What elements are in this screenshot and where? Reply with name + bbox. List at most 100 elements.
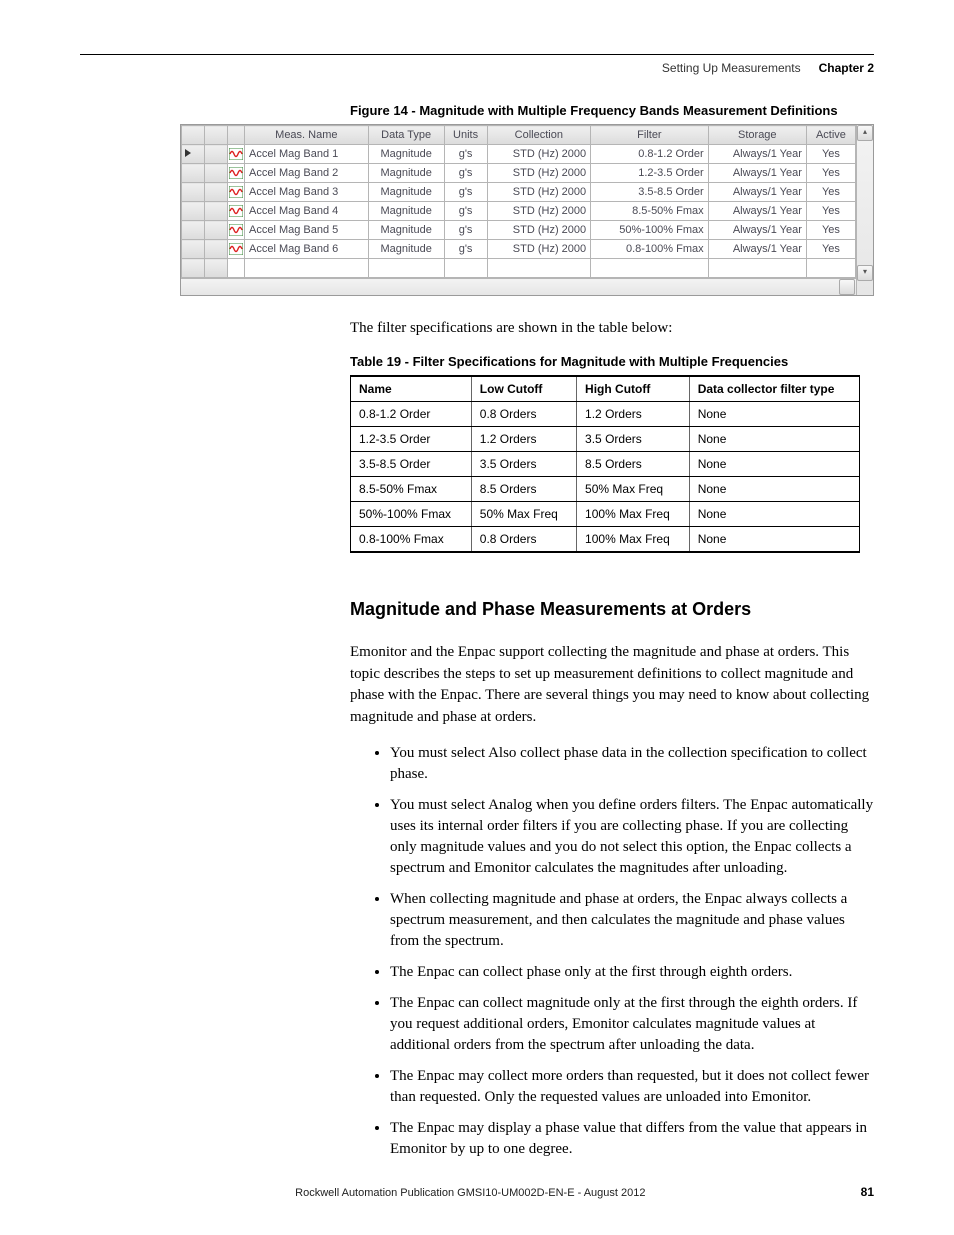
row-spacer bbox=[205, 240, 228, 259]
cell-units[interactable]: g's bbox=[444, 240, 487, 259]
wave-icon bbox=[228, 202, 245, 221]
table-row[interactable]: Accel Mag Band 1Magnitudeg'sSTD (Hz) 200… bbox=[182, 145, 856, 164]
cell-data-type[interactable]: Magnitude bbox=[368, 145, 444, 164]
cell-active[interactable]: Yes bbox=[806, 145, 855, 164]
cell-active[interactable]: Yes bbox=[806, 202, 855, 221]
cell-meas-name[interactable]: Accel Mag Band 2 bbox=[245, 164, 369, 183]
cell-units[interactable]: g's bbox=[444, 183, 487, 202]
table-row[interactable]: Accel Mag Band 6Magnitudeg'sSTD (Hz) 200… bbox=[182, 240, 856, 259]
cell-meas-name[interactable]: Accel Mag Band 6 bbox=[245, 240, 369, 259]
grid-icon-header bbox=[228, 126, 245, 145]
row-spacer bbox=[205, 183, 228, 202]
list-item: The Enpac may collect more orders than r… bbox=[390, 1066, 874, 1108]
horizontal-scrollbar[interactable] bbox=[181, 278, 856, 295]
cell-units[interactable]: g's bbox=[444, 164, 487, 183]
row-spacer bbox=[205, 202, 228, 221]
cell-units[interactable]: g's bbox=[444, 145, 487, 164]
table-row: 1.2-3.5 Order1.2 Orders3.5 OrdersNone bbox=[351, 426, 860, 451]
cell-active[interactable]: Yes bbox=[806, 240, 855, 259]
table-cell: 1.2-3.5 Order bbox=[351, 426, 472, 451]
table-cell: 3.5-8.5 Order bbox=[351, 451, 472, 476]
cell-filter[interactable]: 50%-100% Fmax bbox=[591, 221, 709, 240]
cell-data-type[interactable]: Magnitude bbox=[368, 164, 444, 183]
col-meas-name[interactable]: Meas. Name bbox=[245, 126, 369, 145]
table-19: Name Low Cutoff High Cutoff Data collect… bbox=[350, 375, 860, 553]
col-units[interactable]: Units bbox=[444, 126, 487, 145]
wave-icon bbox=[228, 183, 245, 202]
cell-collection[interactable]: STD (Hz) 2000 bbox=[487, 164, 591, 183]
cell-meas-name[interactable]: Accel Mag Band 4 bbox=[245, 202, 369, 221]
cell-collection[interactable]: STD (Hz) 2000 bbox=[487, 240, 591, 259]
cell-data-type[interactable]: Magnitude bbox=[368, 240, 444, 259]
cell-storage[interactable]: Always/1 Year bbox=[708, 164, 806, 183]
cell-meas-name[interactable]: Accel Mag Band 1 bbox=[245, 145, 369, 164]
table-cell: 1.2 Orders bbox=[471, 426, 576, 451]
header-chapter: Chapter 2 bbox=[819, 61, 874, 75]
cell-filter[interactable]: 1.2-3.5 Order bbox=[591, 164, 709, 183]
cell-storage[interactable]: Always/1 Year bbox=[708, 240, 806, 259]
cell-filter[interactable]: 0.8-1.2 Order bbox=[591, 145, 709, 164]
cell-data-type[interactable]: Magnitude bbox=[368, 221, 444, 240]
cell-units[interactable]: g's bbox=[444, 202, 487, 221]
table-cell: 0.8-100% Fmax bbox=[351, 526, 472, 552]
header-rule bbox=[80, 54, 874, 55]
list-item: The Enpac can collect phase only at the … bbox=[390, 962, 874, 983]
scroll-up-button[interactable]: ▴ bbox=[857, 125, 873, 141]
table-row[interactable]: Accel Mag Band 5Magnitudeg'sSTD (Hz) 200… bbox=[182, 221, 856, 240]
table-cell: None bbox=[689, 451, 859, 476]
table-row[interactable]: Accel Mag Band 3Magnitudeg'sSTD (Hz) 200… bbox=[182, 183, 856, 202]
footer-publication: Rockwell Automation Publication GMSI10-U… bbox=[80, 1187, 861, 1199]
row-spacer bbox=[205, 164, 228, 183]
table-cell: 100% Max Freq bbox=[577, 501, 690, 526]
table-cell: 0.8 Orders bbox=[471, 526, 576, 552]
col-active[interactable]: Active bbox=[806, 126, 855, 145]
section-intro: Emonitor and the Enpac support collectin… bbox=[350, 642, 874, 729]
scroll-corner bbox=[858, 281, 872, 295]
row-selector[interactable] bbox=[182, 145, 205, 164]
scroll-right-button[interactable] bbox=[839, 279, 855, 295]
row-spacer bbox=[205, 221, 228, 240]
measurement-grid[interactable]: Meas. Name Data Type Units Collection Fi… bbox=[181, 125, 856, 278]
table-cell: 8.5 Orders bbox=[471, 476, 576, 501]
table-row[interactable]: Accel Mag Band 4Magnitudeg'sSTD (Hz) 200… bbox=[182, 202, 856, 221]
col-data-type[interactable]: Data Type bbox=[368, 126, 444, 145]
cell-active[interactable]: Yes bbox=[806, 221, 855, 240]
row-selector[interactable] bbox=[182, 164, 205, 183]
row-selector[interactable] bbox=[182, 240, 205, 259]
cell-data-type[interactable]: Magnitude bbox=[368, 202, 444, 221]
cell-collection[interactable]: STD (Hz) 2000 bbox=[487, 183, 591, 202]
wave-icon bbox=[228, 145, 245, 164]
col-storage[interactable]: Storage bbox=[708, 126, 806, 145]
cell-filter[interactable]: 3.5-8.5 Order bbox=[591, 183, 709, 202]
grid-corner bbox=[182, 126, 205, 145]
wave-icon bbox=[228, 240, 245, 259]
row-selector[interactable] bbox=[182, 183, 205, 202]
cell-active[interactable]: Yes bbox=[806, 164, 855, 183]
cell-filter[interactable]: 8.5-50% Fmax bbox=[591, 202, 709, 221]
cell-storage[interactable]: Always/1 Year bbox=[708, 145, 806, 164]
cell-data-type[interactable]: Magnitude bbox=[368, 183, 444, 202]
cell-active[interactable]: Yes bbox=[806, 183, 855, 202]
cell-meas-name[interactable]: Accel Mag Band 5 bbox=[245, 221, 369, 240]
cell-storage[interactable]: Always/1 Year bbox=[708, 221, 806, 240]
cell-filter[interactable]: 0.8-100% Fmax bbox=[591, 240, 709, 259]
table-row-empty[interactable] bbox=[182, 259, 856, 278]
cell-storage[interactable]: Always/1 Year bbox=[708, 183, 806, 202]
cell-collection[interactable]: STD (Hz) 2000 bbox=[487, 202, 591, 221]
row-selector[interactable] bbox=[182, 202, 205, 221]
table-row[interactable]: Accel Mag Band 2Magnitudeg'sSTD (Hz) 200… bbox=[182, 164, 856, 183]
table-cell: 8.5 Orders bbox=[577, 451, 690, 476]
row-selector[interactable] bbox=[182, 221, 205, 240]
cell-collection[interactable]: STD (Hz) 2000 bbox=[487, 221, 591, 240]
table-cell: 3.5 Orders bbox=[577, 426, 690, 451]
col-collection[interactable]: Collection bbox=[487, 126, 591, 145]
cell-storage[interactable]: Always/1 Year bbox=[708, 202, 806, 221]
list-item: When collecting magnitude and phase at o… bbox=[390, 889, 874, 952]
scroll-down-button[interactable]: ▾ bbox=[857, 265, 873, 281]
cell-collection[interactable]: STD (Hz) 2000 bbox=[487, 145, 591, 164]
cell-units[interactable]: g's bbox=[444, 221, 487, 240]
table-row: 0.8-100% Fmax0.8 Orders100% Max FreqNone bbox=[351, 526, 860, 552]
col-filter[interactable]: Filter bbox=[591, 126, 709, 145]
cell-meas-name[interactable]: Accel Mag Band 3 bbox=[245, 183, 369, 202]
vertical-scrollbar[interactable]: ▴ ▾ bbox=[856, 125, 873, 295]
